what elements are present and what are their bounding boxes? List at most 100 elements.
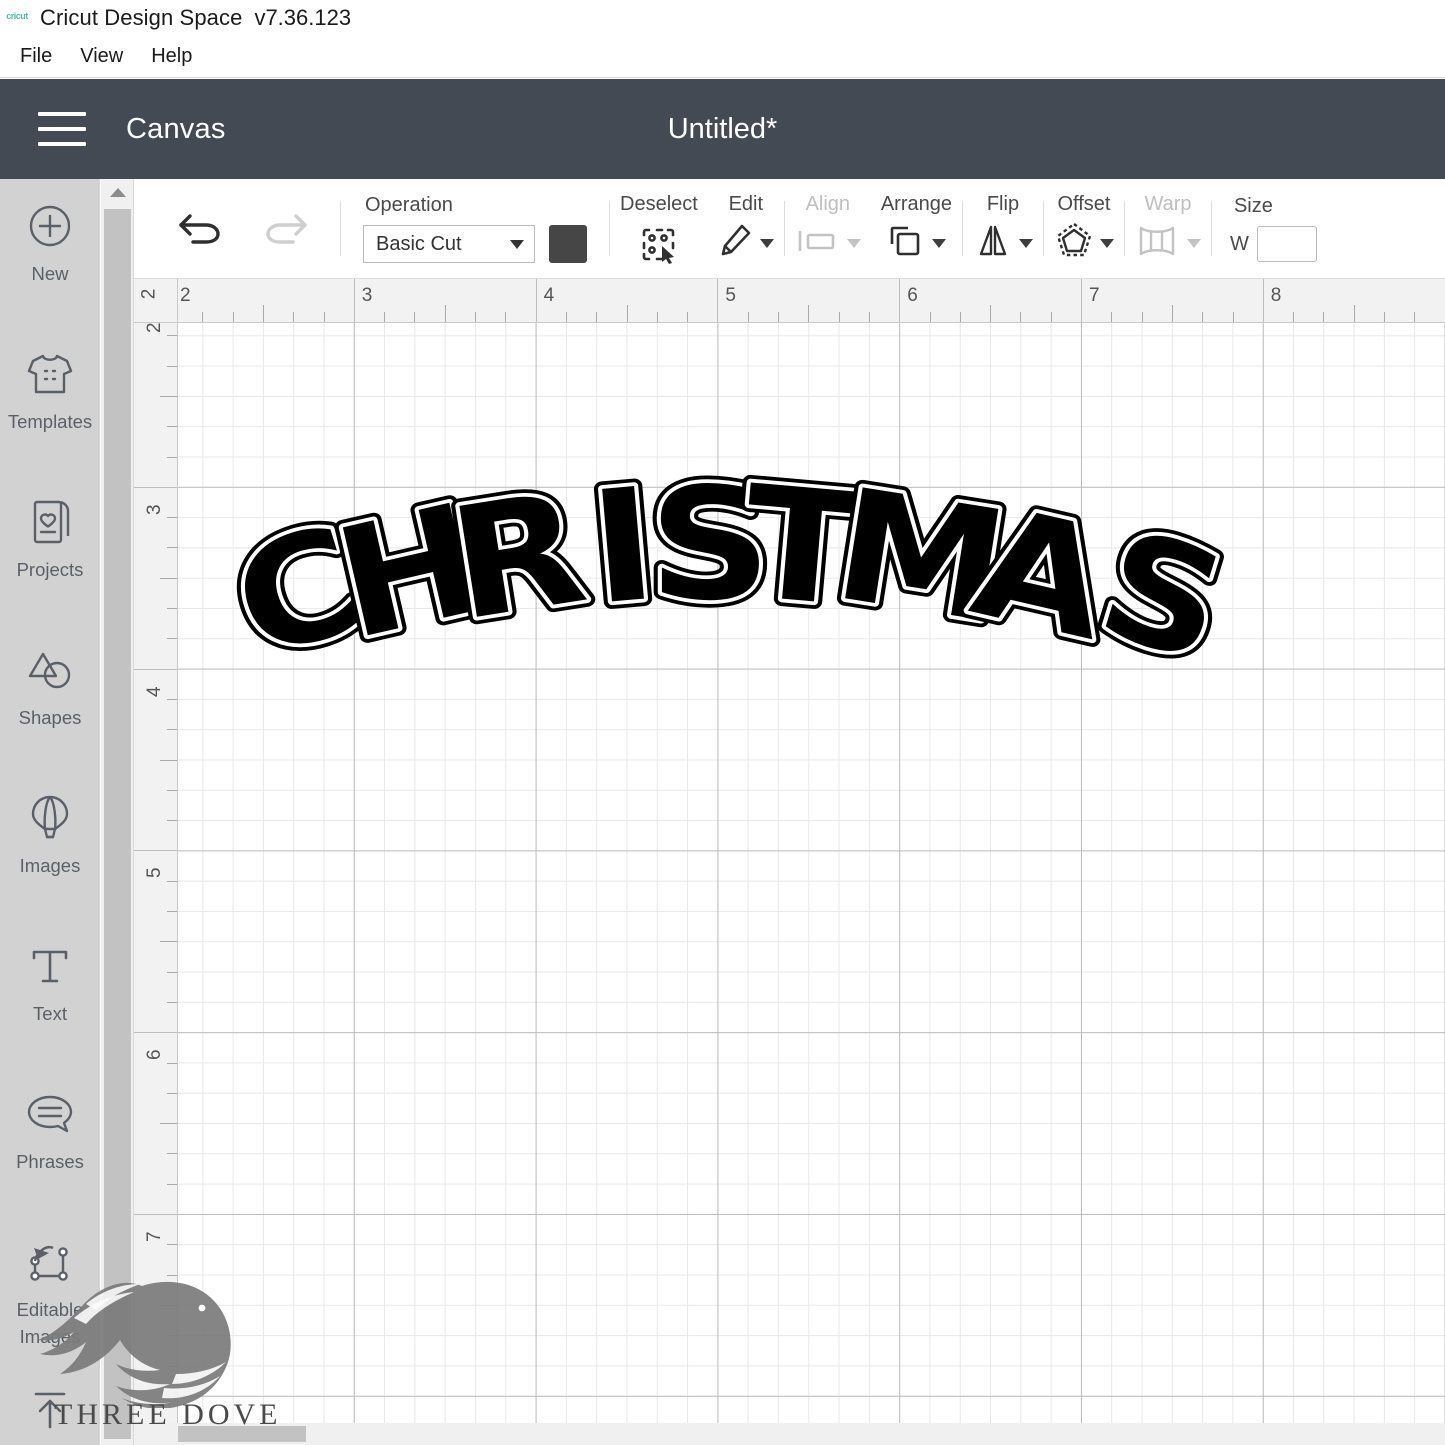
ruler-minor-tick xyxy=(160,1304,177,1306)
align-button[interactable]: Align xyxy=(785,179,871,278)
ruler-major-tick xyxy=(134,1032,177,1034)
design-artwork-christmas[interactable]: CCCHHHRRRIIISSSTTTMMMAAASSS xyxy=(208,445,1252,733)
sidebar-label-projects: Projects xyxy=(16,559,84,580)
ruler-corner-value: 2 xyxy=(138,288,160,300)
ruler-major-tick xyxy=(353,279,355,322)
deselect-label: Deselect xyxy=(620,192,698,215)
ruler-major-tick xyxy=(717,279,719,322)
ruler-minor-tick xyxy=(160,395,177,397)
ruler-minor-tick xyxy=(167,1365,177,1367)
ruler-minor-tick xyxy=(167,1335,177,1337)
ruler-minor-tick xyxy=(232,312,234,322)
size-width-input[interactable] xyxy=(1256,226,1317,262)
ruler-minor-tick xyxy=(167,820,177,822)
flip-mirror-icon xyxy=(973,222,1013,265)
ruler-major-tick xyxy=(134,1214,177,1215)
svg-text:R: R xyxy=(439,459,596,656)
chevron-down-icon[interactable] xyxy=(759,239,774,248)
ruler-minor-tick xyxy=(1323,312,1325,322)
scrollbar-thumb[interactable] xyxy=(104,209,131,1439)
sidebar-item-images[interactable]: Images xyxy=(0,787,100,935)
ruler-major-tick xyxy=(134,486,177,488)
sidebar-item-phrases[interactable]: Phrases xyxy=(0,1083,100,1231)
ruler-minor-tick xyxy=(384,312,386,322)
sidebar-label-editable-images: Editable Images xyxy=(16,1299,84,1347)
ruler-minor-tick xyxy=(1171,305,1173,322)
horizontal-ruler: 2 3 4 5 6 7 8 xyxy=(178,279,1445,323)
ruler-minor-tick xyxy=(656,312,658,322)
flip-label: Flip xyxy=(986,192,1020,215)
card-heart-icon xyxy=(28,491,72,553)
color-swatch[interactable] xyxy=(549,225,587,263)
warp-button[interactable]: Warp xyxy=(1125,179,1211,278)
vertical-ruler: 2 3 4 5 6 7 xyxy=(134,323,178,1445)
sidebar-scrollbar[interactable] xyxy=(101,179,134,1445)
sidebar-label-templates: Templates xyxy=(7,411,93,432)
speech-bubble-icon xyxy=(25,1083,75,1145)
ruler-minor-tick xyxy=(1141,312,1143,322)
christmas-varsity-text: CCCHHHRRRIIISSSTTTMMMAAASSS xyxy=(208,445,1252,704)
ruler-label: 7 xyxy=(144,1231,165,1242)
ruler-corner: 2 xyxy=(134,279,178,323)
ruler-minor-tick xyxy=(167,608,177,609)
menu-item-help[interactable]: Help xyxy=(137,43,206,70)
ruler-minor-tick xyxy=(323,312,325,322)
ruler-minor-tick xyxy=(838,312,840,322)
ruler-label: 8 xyxy=(1270,285,1282,306)
plus-circle-icon xyxy=(26,195,74,257)
sidebar-item-new[interactable]: New xyxy=(0,195,100,343)
sidebar-item-templates[interactable]: Templates xyxy=(0,343,100,491)
ruler-minor-tick xyxy=(167,1274,177,1276)
chevron-down-icon[interactable] xyxy=(846,239,861,248)
sidebar-item-editable-images[interactable]: Editable Images xyxy=(0,1231,100,1379)
undo-button[interactable] xyxy=(174,204,226,253)
ruler-major-tick xyxy=(134,850,177,852)
upload-arrow-icon xyxy=(28,1379,72,1441)
align-left-icon xyxy=(795,225,841,262)
ruler-minor-tick xyxy=(160,577,177,579)
chevron-down-icon[interactable] xyxy=(1018,239,1033,248)
arrange-button[interactable]: Arrange xyxy=(871,179,962,278)
redo-button[interactable] xyxy=(260,204,312,253)
align-label: Align xyxy=(805,192,851,215)
ruler-minor-tick xyxy=(1020,312,1022,322)
ruler-minor-tick xyxy=(167,698,177,700)
sidebar-item-text[interactable]: Text xyxy=(0,935,100,1083)
ruler-major-tick xyxy=(899,279,901,322)
chevron-down-icon[interactable] xyxy=(1099,239,1114,248)
sidebar-item-projects[interactable]: Projects xyxy=(0,491,100,639)
deselect-button[interactable]: Deselect xyxy=(610,179,708,278)
hamburger-icon[interactable] xyxy=(38,112,86,146)
app-header: Canvas Untitled* xyxy=(0,79,1445,179)
ruler-major-tick xyxy=(1081,279,1082,322)
canvas-horizontal-scrollbar[interactable] xyxy=(134,1423,1445,1445)
ruler-minor-tick xyxy=(167,1244,177,1246)
menu-item-view[interactable]: View xyxy=(66,43,137,70)
arrange-label: Arrange xyxy=(880,192,952,215)
sidebar-label-shapes: Shapes xyxy=(18,707,82,728)
offset-button[interactable]: Offset xyxy=(1044,179,1124,278)
text-t-icon xyxy=(28,935,72,997)
design-canvas[interactable]: CCCHHHRRRIIISSSTTTMMMAAASSS 125% xyxy=(178,323,1445,1445)
ruler-minor-tick xyxy=(167,1001,177,1003)
ruler-minor-tick xyxy=(160,941,177,943)
warp-label: Warp xyxy=(1144,192,1192,215)
sidebar-label-images: Images xyxy=(19,855,81,876)
sidebar-item-upload[interactable]: Upload xyxy=(0,1379,100,1445)
flip-button[interactable]: Flip xyxy=(963,179,1043,278)
cricut-design-space-window: cricut Cricut Design Space v7.36.123 Fil… xyxy=(0,0,1445,1445)
ruler-minor-tick xyxy=(1111,312,1113,322)
ruler-major-tick xyxy=(1262,279,1264,322)
menu-item-file[interactable]: File xyxy=(6,43,66,70)
chevron-down-icon[interactable] xyxy=(1186,239,1201,248)
ruler-label: 4 xyxy=(144,686,165,697)
scroll-up-arrow-icon[interactable] xyxy=(101,179,134,205)
operation-select[interactable]: Basic Cut xyxy=(363,225,535,263)
edit-button[interactable]: Edit xyxy=(708,179,784,278)
tshirt-icon xyxy=(25,343,75,405)
scrollbar-thumb[interactable] xyxy=(178,1426,306,1442)
ruler-minor-tick xyxy=(596,312,598,322)
ruler-minor-tick xyxy=(929,312,931,322)
sidebar-item-shapes[interactable]: Shapes xyxy=(0,639,100,787)
chevron-down-icon[interactable] xyxy=(932,239,947,248)
